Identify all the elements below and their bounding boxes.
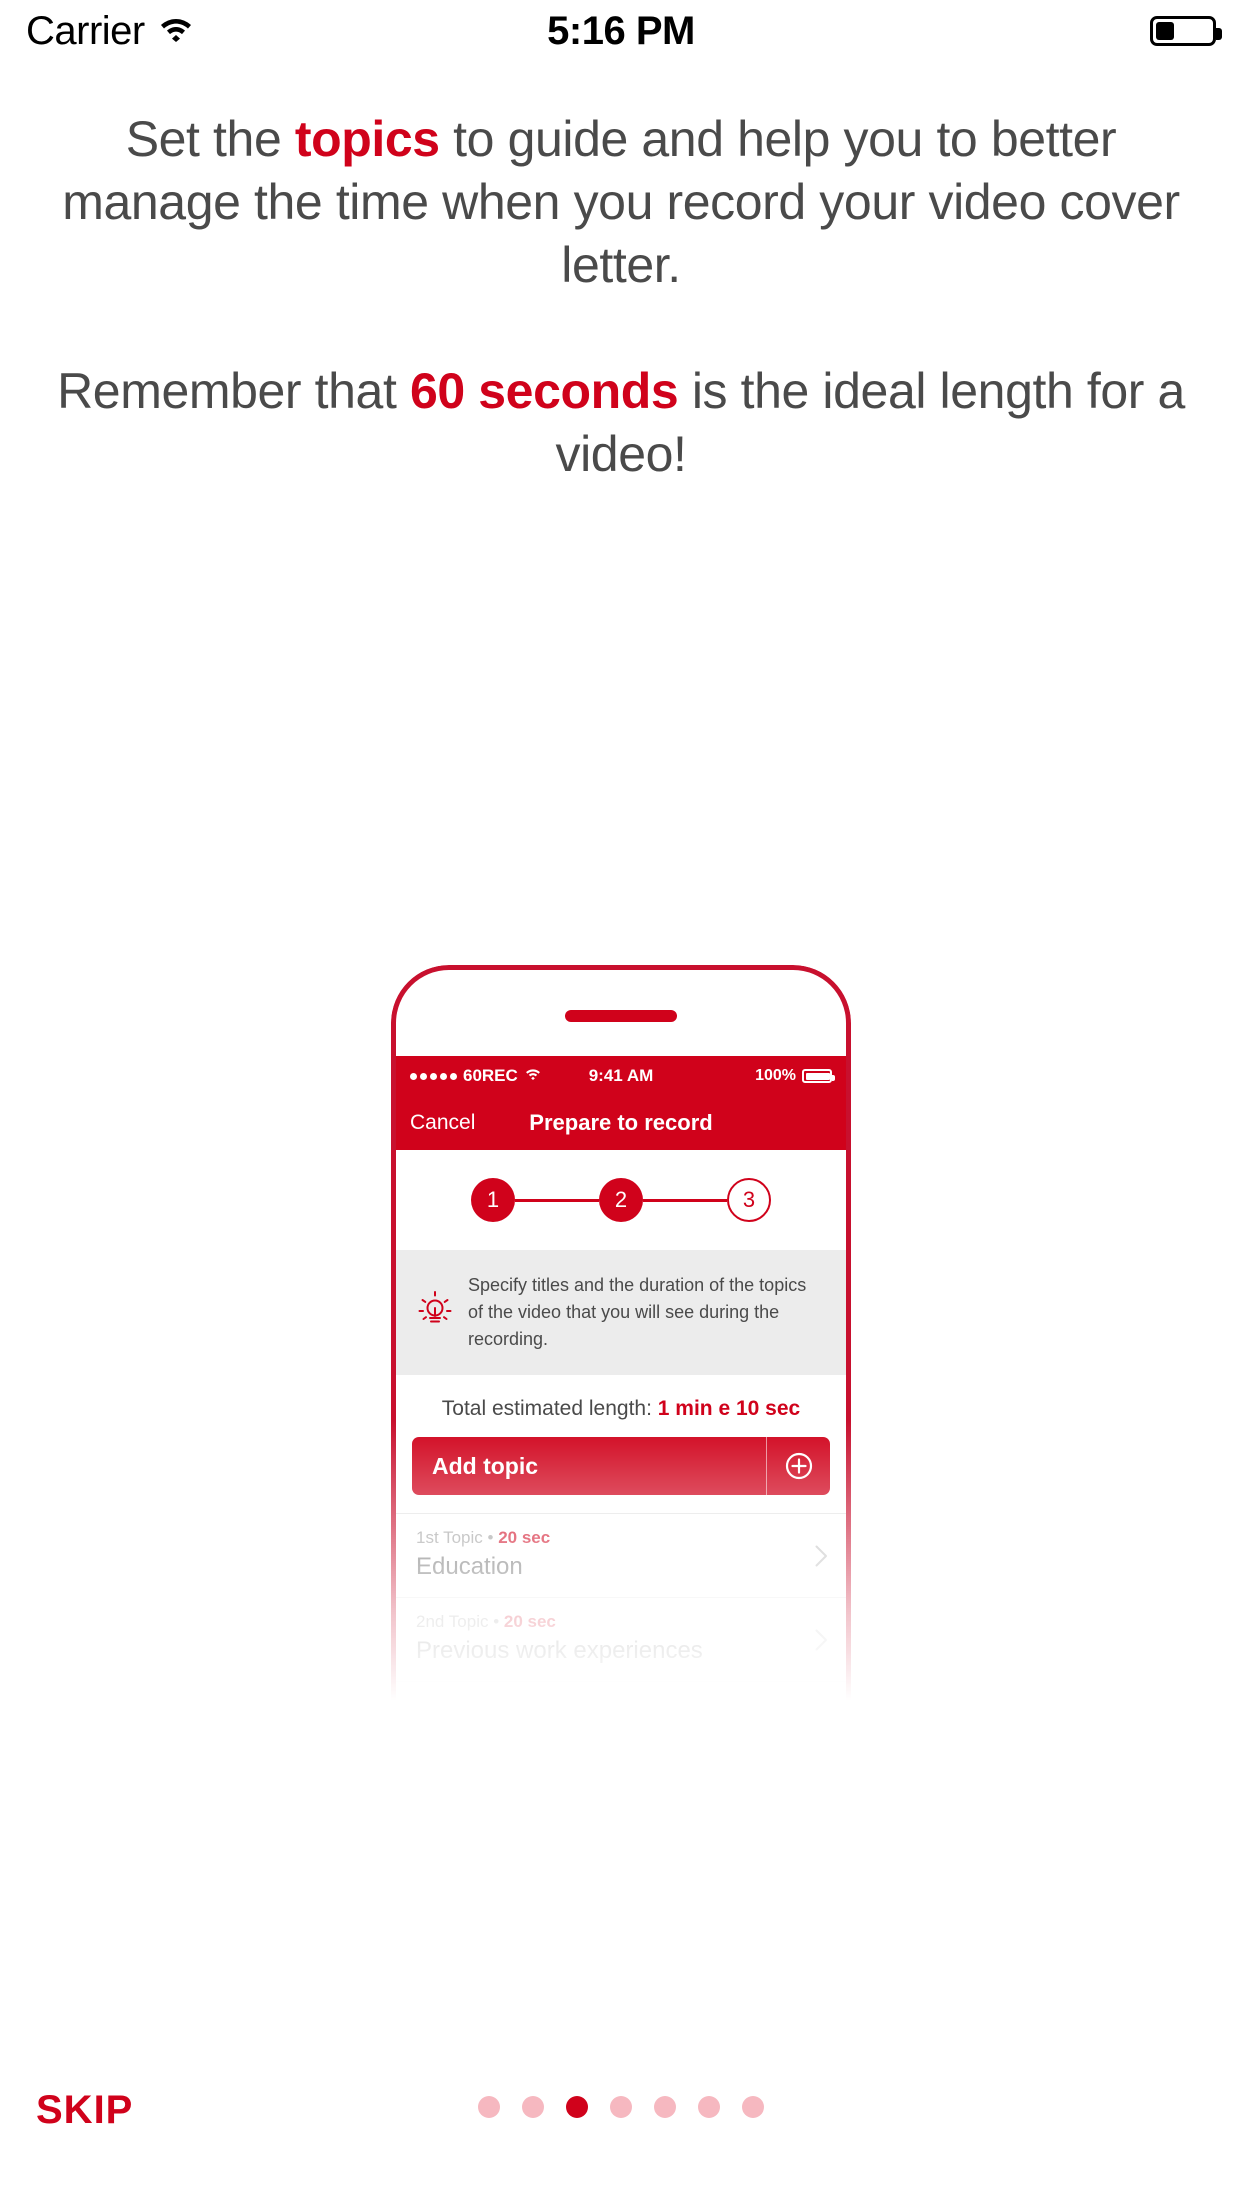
intro-p1-part-a: Set the [125,111,295,167]
topic-index-label: 2nd Topic • [416,1612,504,1631]
step-3[interactable]: 3 [727,1178,771,1222]
os-status-bar: Carrier 5:16 PM [0,0,1242,62]
total-value: 1 min e 10 sec [657,1397,801,1420]
topic-duration: 15 sec [500,1696,552,1700]
topic-meta: 3rd Topic • 15 sec [416,1696,826,1700]
step-2[interactable]: 2 [599,1178,643,1222]
phone-frame: 60REC 9:41 AM 100% Cancel Prepare to rec… [391,965,851,1700]
topic-meta: 2nd Topic • 20 sec [416,1612,826,1632]
topic-row-3[interactable]: 3rd Topic • 15 sec Teamwork attitude [396,1681,846,1700]
add-topic-button[interactable]: Add topic [412,1437,830,1495]
page-dot-3[interactable] [566,2096,588,2118]
plus-circle-icon[interactable] [766,1437,830,1495]
topic-meta: 1st Topic • 20 sec [416,1528,826,1548]
battery-icon [802,1069,835,1083]
topic-row-2[interactable]: 2nd Topic • 20 sec Previous work experie… [396,1597,846,1681]
hint-banner: Specify titles and the duration of the t… [396,1250,846,1375]
topic-row-1[interactable]: 1st Topic • 20 sec Education [396,1513,846,1597]
page-dot-6[interactable] [698,2096,720,2118]
total-estimated-length: Total estimated length: 1 min e 10 sec [396,1375,846,1437]
topic-duration: 20 sec [503,1612,556,1631]
total-label: Total estimated length: [441,1397,658,1420]
intro-p2-part-a: Remember that [57,363,410,419]
phone-status-right: 100% [755,1067,835,1085]
step-1[interactable]: 1 [471,1178,515,1222]
phone-mockup: 60REC 9:41 AM 100% Cancel Prepare to rec… [391,965,851,1700]
signal-strength-icon [410,1072,457,1080]
intro-paragraph-1: Set the topics to guide and help you to … [30,108,1212,297]
os-status-right [1150,16,1222,46]
step-connector-2 [643,1198,727,1202]
page-dot-7[interactable] [742,2096,764,2118]
add-topic-label: Add topic [432,1452,539,1479]
intro-p1-highlight: topics [294,111,440,167]
cancel-button[interactable]: Cancel [410,1111,475,1135]
intro-p2-highlight: 60 seconds [409,363,679,419]
page-dot-1[interactable] [478,2096,500,2118]
step-indicator: 1 2 3 [396,1150,846,1250]
os-clock: 5:16 PM [547,8,695,53]
add-topic-row: Add topic [396,1437,846,1513]
phone-status-bar: 60REC 9:41 AM 100% [396,1056,846,1096]
phone-speaker [565,1010,677,1022]
page-dot-2[interactable] [522,2096,544,2118]
hint-text: Specify titles and the duration of the t… [468,1275,807,1349]
battery-icon [1150,16,1222,46]
phone-carrier-label: 60REC [463,1066,518,1085]
intro-copy: Set the topics to guide and help you to … [0,108,1242,486]
chevron-right-icon [815,1545,828,1567]
wifi-icon [518,1067,541,1085]
topic-name: Education [416,1553,523,1580]
lightbulb-icon [418,1291,452,1334]
intro-paragraph-2: Remember that 60 seconds is the ideal le… [30,360,1212,486]
page-dot-4[interactable] [610,2096,632,2118]
topic-index-label: 3rd Topic • [416,1696,500,1700]
topic-duration: 20 sec [498,1528,551,1547]
step-connector-1 [515,1198,599,1202]
battery-percent-label: 100% [755,1067,796,1084]
page-dot-5[interactable] [654,2096,676,2118]
chevron-right-icon [815,1629,828,1651]
phone-nav-bar: Cancel Prepare to record [396,1096,846,1150]
page-indicator [0,2096,1242,2118]
topic-index-label: 1st Topic • [416,1528,499,1547]
topic-name: Previous work experiences [416,1637,703,1664]
